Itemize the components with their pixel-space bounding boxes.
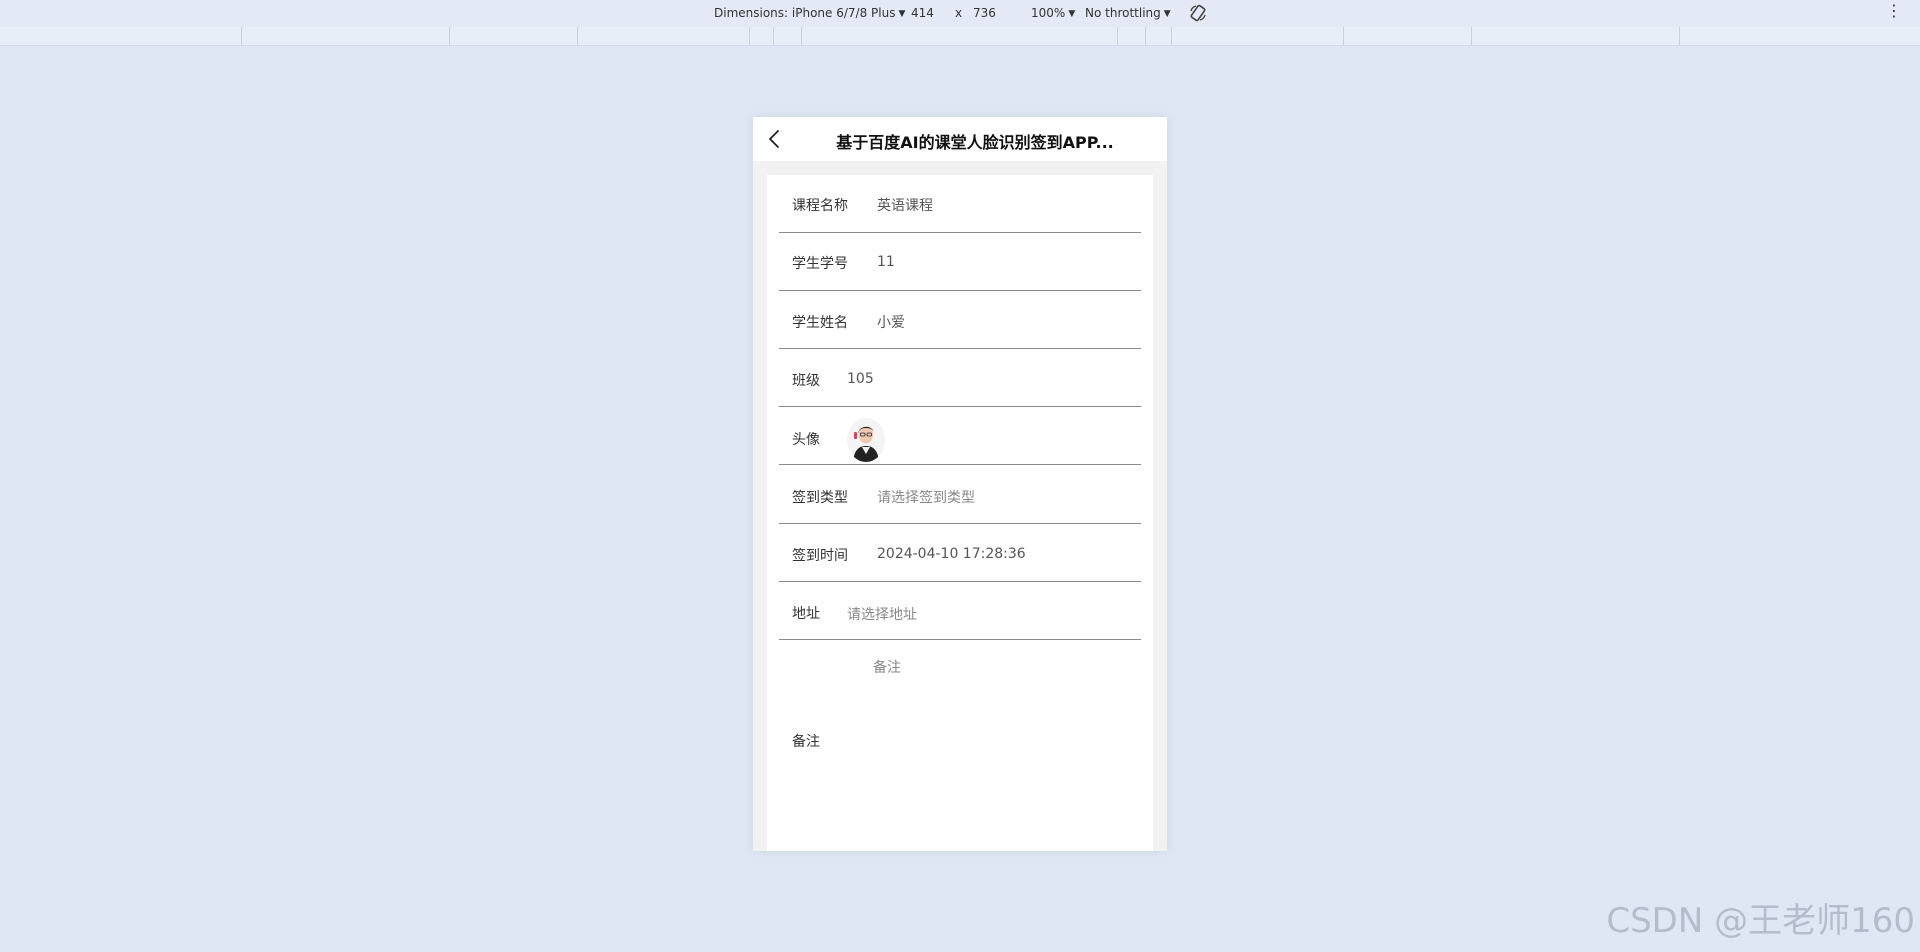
form-row-checkin-type[interactable]: 签到类型 请选择签到类型 xyxy=(779,465,1141,524)
avatar[interactable] xyxy=(847,418,885,462)
throttling-label: No throttling xyxy=(1085,6,1161,20)
student-id-label: 学生学号 xyxy=(792,256,848,272)
address-label: 地址 xyxy=(792,606,820,622)
devtools-device-toolbar: Dimensions: iPhone 6/7/8 Plus ▼ 414 x 736… xyxy=(0,0,1920,27)
device-height-input[interactable]: 736 xyxy=(973,6,996,20)
ruler-segment[interactable] xyxy=(241,27,242,45)
student-name-field[interactable]: 小爱 xyxy=(877,312,905,332)
rotate-icon[interactable] xyxy=(1188,3,1208,23)
device-width-input[interactable]: 414 xyxy=(911,6,934,20)
watermark: CSDN @王老师160 xyxy=(1606,901,1915,941)
form-row-student-id[interactable]: 学生学号 11 xyxy=(779,233,1141,291)
ruler-segment[interactable] xyxy=(1171,27,1172,45)
ruler-segment[interactable] xyxy=(1679,27,1680,45)
device-dimensions-label: Dimensions: iPhone 6/7/8 Plus xyxy=(714,6,896,20)
checkin-type-picker[interactable]: 请选择签到类型 xyxy=(877,487,975,507)
student-id-field[interactable]: 11 xyxy=(877,254,895,270)
phone-viewport: 基于百度AI的课堂人脸识别签到APP... 课程名称 英语课程 学生学号 11 … xyxy=(753,117,1167,851)
remark-label: 备注 xyxy=(792,734,820,750)
media-query-ruler xyxy=(0,27,1920,46)
form-row-student-name[interactable]: 学生姓名 小爱 xyxy=(779,291,1141,349)
more-options-icon[interactable]: ⋮ xyxy=(1886,3,1902,19)
course-field[interactable]: 英语课程 xyxy=(877,195,933,215)
form-row-address[interactable]: 地址 请选择地址 xyxy=(779,582,1141,640)
caret-down-icon: ▼ xyxy=(1163,9,1171,19)
ruler-segment[interactable] xyxy=(749,27,750,45)
ruler-segment[interactable] xyxy=(1117,27,1118,45)
course-label: 课程名称 xyxy=(792,198,848,214)
remark-textarea[interactable]: 备注 xyxy=(873,657,901,677)
navigation-bar: 基于百度AI的课堂人脸识别签到APP... xyxy=(753,117,1167,161)
caret-down-icon: ▼ xyxy=(898,9,906,19)
device-dimensions-dropdown[interactable]: Dimensions: iPhone 6/7/8 Plus ▼ xyxy=(714,6,905,20)
avatar-label: 头像 xyxy=(792,432,820,448)
checkin-time-label: 签到时间 xyxy=(792,548,848,564)
remark-area[interactable]: 备注 备注 xyxy=(779,657,1141,817)
student-name-label: 学生姓名 xyxy=(792,315,848,331)
form-row-avatar[interactable]: 头像 xyxy=(779,407,1141,465)
form-row-checkin-time[interactable]: 签到时间 2024-04-10 17:28:36 xyxy=(779,524,1141,582)
back-arrow-icon[interactable] xyxy=(765,127,785,151)
ruler-segment[interactable] xyxy=(1471,27,1472,45)
form-row-class[interactable]: 班级 105 xyxy=(779,349,1141,407)
ruler-segment[interactable] xyxy=(1145,27,1146,45)
caret-down-icon: ▼ xyxy=(1068,9,1076,19)
class-label: 班级 xyxy=(792,373,820,389)
ruler-segment[interactable] xyxy=(1343,27,1344,45)
ruler-segment[interactable] xyxy=(801,27,802,45)
address-picker[interactable]: 请选择地址 xyxy=(847,604,917,624)
checkin-form: 课程名称 英语课程 学生学号 11 学生姓名 小爱 班级 105 头像 签到类型… xyxy=(767,175,1153,851)
form-row-course[interactable]: 课程名称 英语课程 xyxy=(779,175,1141,233)
page-title: 基于百度AI的课堂人脸识别签到APP... xyxy=(836,133,1114,152)
ruler-segment[interactable] xyxy=(577,27,578,45)
ruler-segment[interactable] xyxy=(449,27,450,45)
checkin-type-label: 签到类型 xyxy=(792,490,848,506)
times-separator: x xyxy=(955,6,963,20)
zoom-label: 100% xyxy=(1031,6,1066,20)
zoom-dropdown[interactable]: 100% ▼ xyxy=(1031,6,1075,20)
avatar-photo-icon xyxy=(847,418,885,462)
ruler-segment[interactable] xyxy=(773,27,774,45)
checkin-time-field[interactable]: 2024-04-10 17:28:36 xyxy=(877,546,1026,562)
throttling-dropdown[interactable]: No throttling ▼ xyxy=(1085,6,1171,20)
class-field[interactable]: 105 xyxy=(847,371,874,387)
